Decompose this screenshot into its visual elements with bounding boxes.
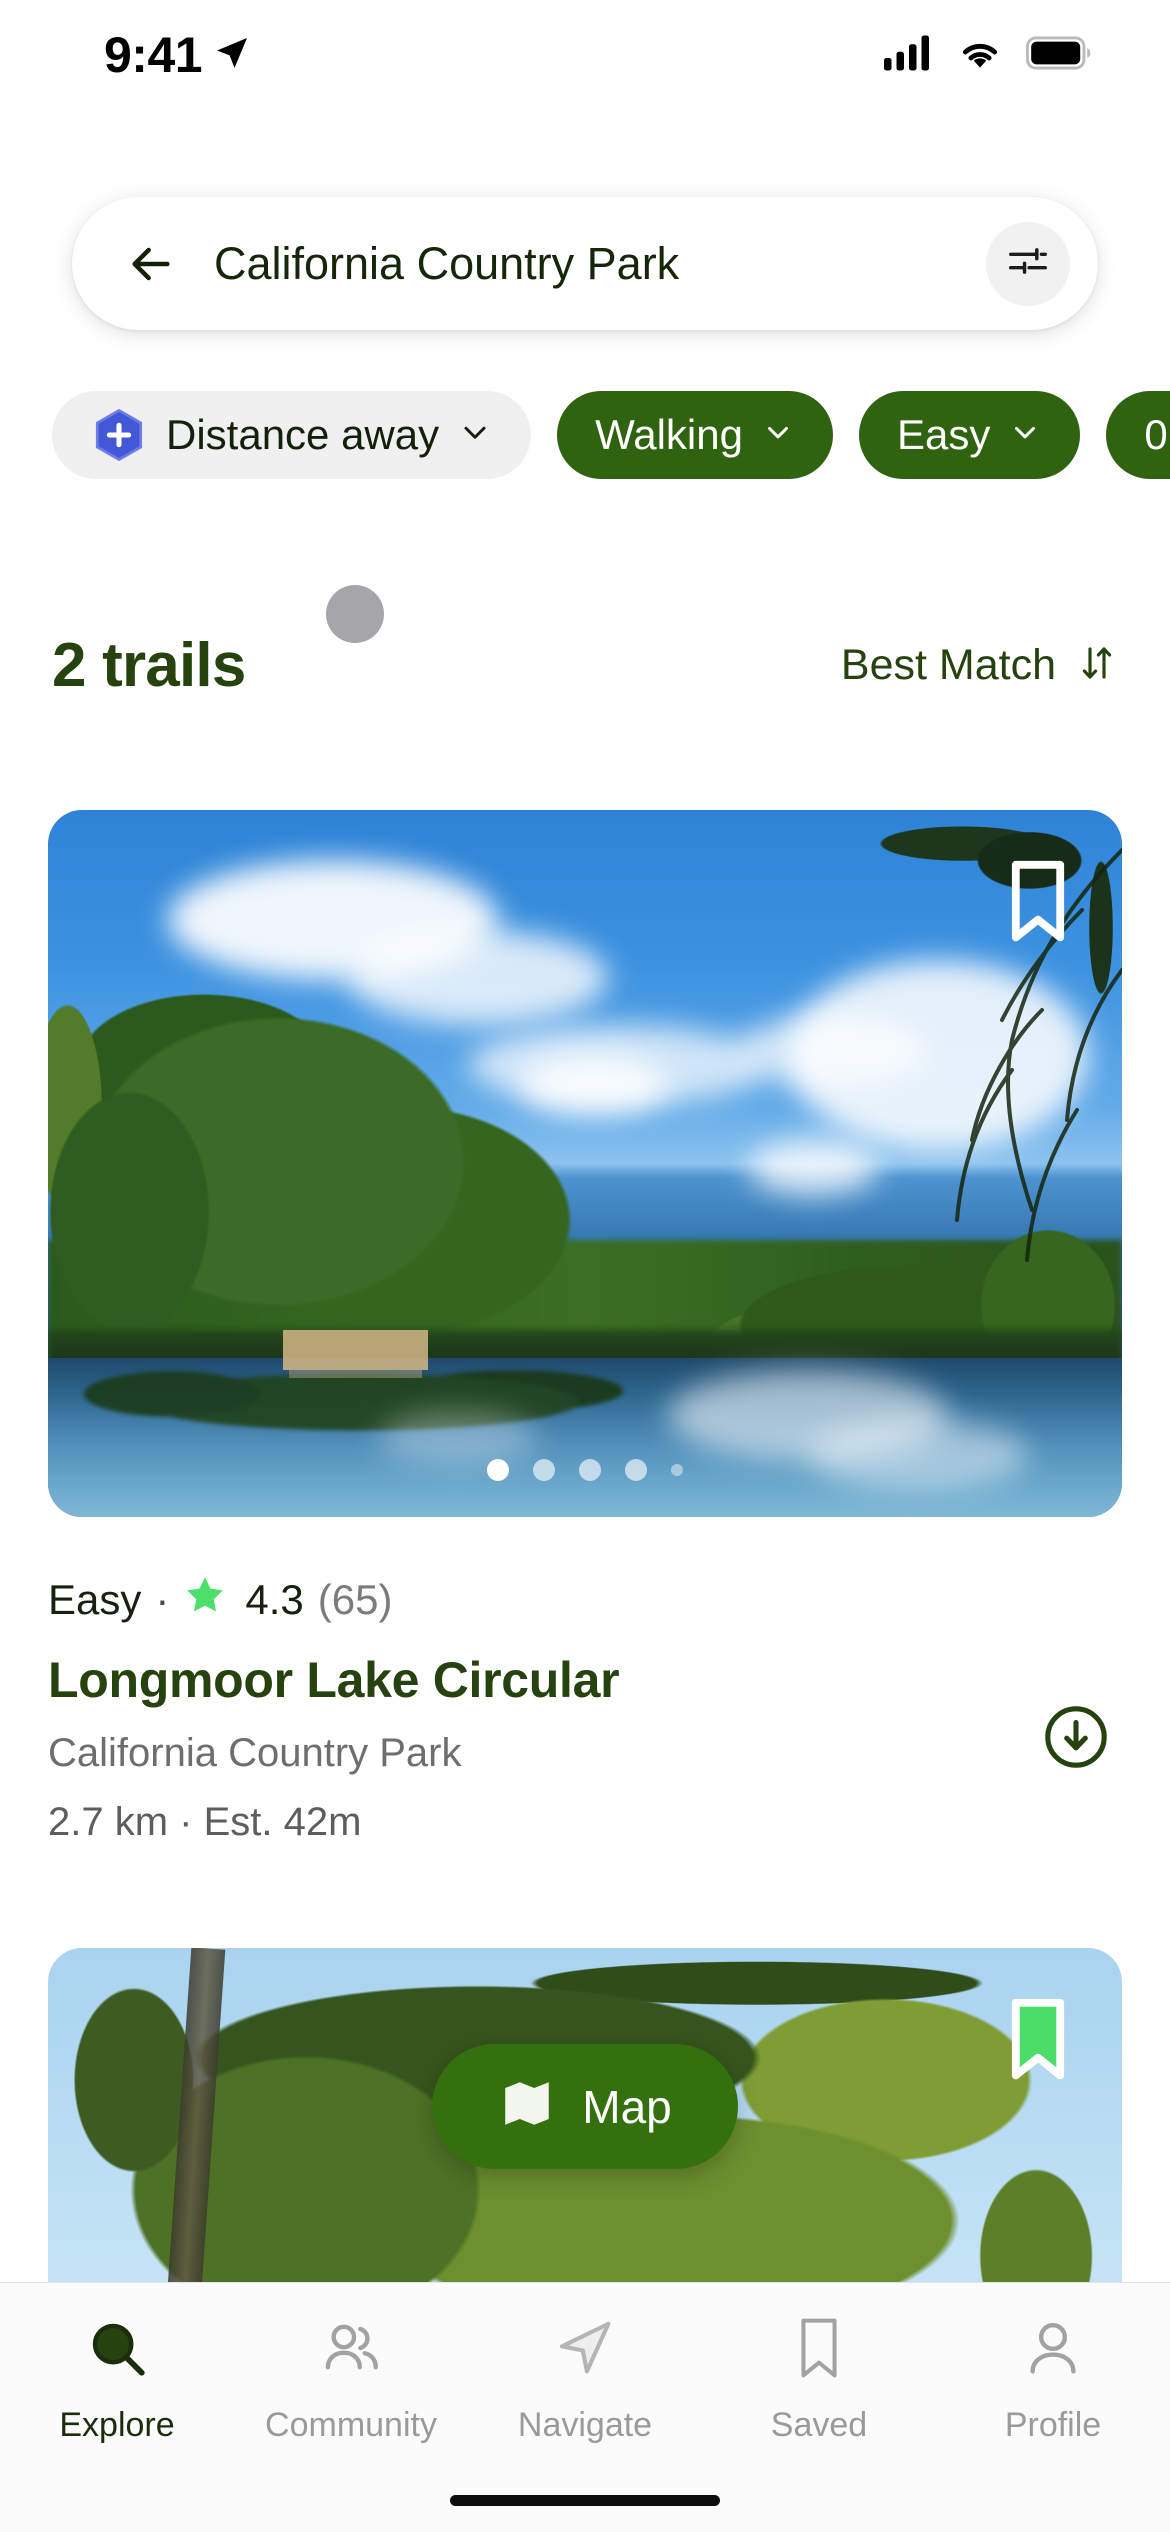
trail-stats: 2.7 km · Est. 42m xyxy=(48,1800,362,1844)
filter-chip-distance[interactable]: 0 km xyxy=(1106,390,1170,479)
download-circle-icon xyxy=(1040,1706,1112,1777)
status-bar: 9:41 xyxy=(0,0,1170,110)
meta-separator: · xyxy=(155,1576,170,1623)
cellular-bars-icon xyxy=(884,34,934,77)
tab-label: Profile xyxy=(1004,2406,1102,2444)
map-button-label: Map xyxy=(582,2080,672,2133)
trail-rating: 4.3 xyxy=(245,1576,304,1623)
trail-card-info[interactable]: Easy · 4.3 (65) Longmoor Lake Circular C… xyxy=(48,1573,1122,1845)
carousel-dot[interactable] xyxy=(671,1464,683,1476)
filter-chip-label: Easy xyxy=(896,410,991,458)
filter-chips-row[interactable]: Distance away Walking Easy 0 km xyxy=(0,382,1170,487)
tab-community[interactable]: Community xyxy=(246,2315,456,2445)
cloud-reflection xyxy=(378,1410,538,1465)
search-input[interactable]: California Country Park xyxy=(214,238,986,290)
tab-label: Community xyxy=(265,2406,437,2444)
trail-location: California Country Park xyxy=(48,1731,462,1775)
sort-label: Best Match xyxy=(840,640,1056,689)
battery-full-icon xyxy=(1026,36,1092,75)
location-arrow-icon xyxy=(212,33,252,78)
trail-photo[interactable] xyxy=(48,810,1122,1517)
trail-name[interactable]: Longmoor Lake Circular xyxy=(48,1651,1122,1709)
carousel-dot-active[interactable] xyxy=(487,1459,509,1481)
tab-profile[interactable]: Profile xyxy=(948,2315,1158,2445)
photo-carousel-dots[interactable] xyxy=(48,1459,1122,1481)
status-bar-time: 9:41 xyxy=(104,27,203,83)
home-indicator xyxy=(450,2495,720,2506)
chevron-down-icon xyxy=(761,415,795,454)
carousel-dot[interactable] xyxy=(625,1459,647,1481)
bookmark-button[interactable] xyxy=(1002,856,1074,948)
trail-difficulty: Easy xyxy=(48,1576,142,1623)
wooden-jetty xyxy=(283,1330,428,1370)
water-reflection xyxy=(48,1362,668,1517)
status-bar-right xyxy=(884,34,1092,77)
left-treeline xyxy=(48,960,638,1380)
tab-label: Navigate xyxy=(517,2406,653,2444)
sort-button[interactable]: Best Match xyxy=(841,641,1118,690)
filter-chip-walking[interactable]: Walking xyxy=(557,390,833,479)
chevron-down-icon xyxy=(457,414,493,455)
tab-label: Explore xyxy=(59,2406,175,2444)
results-header: 2 trails Best Match xyxy=(0,584,1170,730)
bookmark-filled-icon xyxy=(1002,1994,1074,2091)
sliders-filter-icon xyxy=(1005,238,1051,289)
filter-chip-easy[interactable]: Easy xyxy=(858,390,1081,479)
tab-navigate[interactable]: Navigate xyxy=(480,2315,690,2445)
person-icon xyxy=(1020,2315,1086,2386)
star-icon xyxy=(183,1573,227,1627)
carousel-dot[interactable] xyxy=(533,1459,555,1481)
people-icon xyxy=(318,2315,384,2386)
plus-hexagon-badge-icon xyxy=(90,406,148,464)
filter-button[interactable] xyxy=(986,221,1070,306)
pointer-dot-indicator xyxy=(326,584,384,643)
status-bar-left: 9:41 xyxy=(104,26,252,84)
trail-review-count: (65) xyxy=(317,1576,393,1623)
navigate-icon xyxy=(552,2315,618,2386)
search-bar[interactable]: California Country Park xyxy=(72,197,1098,330)
filter-chip-label: Walking xyxy=(595,410,743,458)
results-count-wrap: 2 trails xyxy=(52,584,384,701)
filter-chip-label: Distance away xyxy=(166,410,440,458)
tab-label: Saved xyxy=(770,2406,868,2444)
back-button[interactable] xyxy=(120,233,182,295)
bookmark-outline-icon xyxy=(1002,856,1074,953)
trail-meta-row: Easy · 4.3 (65) xyxy=(48,1573,1122,1627)
map-button[interactable]: Map xyxy=(432,2044,738,2169)
wifi-icon xyxy=(956,35,1004,76)
tab-saved[interactable]: Saved xyxy=(714,2315,924,2445)
bookmark-button[interactable] xyxy=(1002,1994,1074,2086)
search-icon xyxy=(84,2315,150,2386)
download-button[interactable] xyxy=(1040,1701,1112,1773)
map-icon xyxy=(498,2075,556,2138)
results-count: 2 trails xyxy=(52,630,246,700)
tab-explore[interactable]: Explore xyxy=(12,2315,222,2445)
carousel-dot[interactable] xyxy=(579,1459,601,1481)
chevron-down-icon xyxy=(1008,415,1042,454)
filter-chip-distance-away[interactable]: Distance away xyxy=(52,390,532,479)
filter-chip-label: 0 km xyxy=(1144,410,1170,458)
trail-card[interactable] xyxy=(48,810,1122,1517)
sort-arrows-icon xyxy=(1076,642,1118,689)
bookmark-icon xyxy=(789,2315,849,2386)
